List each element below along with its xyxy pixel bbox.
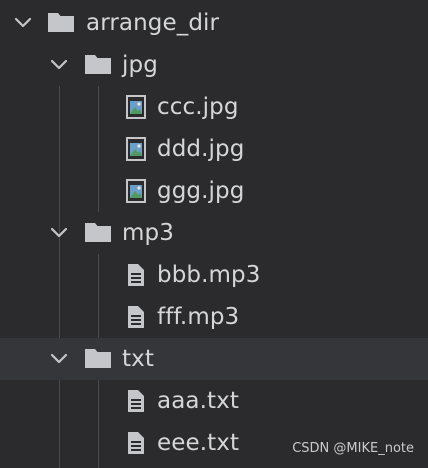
file-label: eee.txt: [157, 430, 240, 456]
file-label: aaa.txt: [157, 388, 239, 414]
document-file-icon: [128, 390, 144, 412]
file-label: ddd.jpg: [157, 136, 245, 162]
file-label: ggg.jpg: [157, 178, 245, 204]
chevron-down-icon[interactable]: [13, 13, 33, 33]
tree-row-folder-jpg[interactable]: jpg: [0, 44, 428, 86]
chevron-down-icon[interactable]: [49, 349, 69, 369]
folder-icon: [48, 13, 74, 32]
chevron-down-icon[interactable]: [49, 55, 69, 75]
image-file-icon: [126, 179, 146, 203]
watermark: CSDN @MIKE_note: [292, 441, 414, 456]
document-file-icon: [128, 264, 144, 286]
tree-row-root[interactable]: arrange_dir: [0, 2, 428, 44]
folder-label-txt: txt: [122, 346, 154, 372]
tree-row-file[interactable]: ccc.jpg: [0, 86, 428, 128]
document-file-icon: [128, 306, 144, 328]
tree-row-file[interactable]: bbb.mp3: [0, 254, 428, 296]
image-file-icon: [126, 137, 146, 161]
image-file-icon: [126, 95, 146, 119]
tree-row-file[interactable]: ggg.jpg: [0, 170, 428, 212]
tree-row-folder-mp3[interactable]: mp3: [0, 212, 428, 254]
tree-row-file[interactable]: fff.mp3: [0, 296, 428, 338]
file-tree: arrange_dir jpg ccc.jpg ddd.jpg ggg.jpg …: [0, 0, 428, 468]
file-label: fff.mp3: [157, 304, 240, 330]
folder-label-mp3: mp3: [122, 220, 174, 246]
file-label: bbb.mp3: [157, 262, 261, 288]
folder-label-root: arrange_dir: [86, 10, 220, 36]
folder-icon: [85, 55, 111, 74]
tree-row-file[interactable]: ddd.jpg: [0, 128, 428, 170]
tree-row-folder-txt[interactable]: txt: [0, 338, 428, 380]
document-file-icon: [128, 432, 144, 454]
folder-icon: [85, 223, 111, 242]
file-label: ccc.jpg: [157, 94, 239, 120]
folder-icon: [85, 349, 111, 368]
folder-label-jpg: jpg: [122, 52, 158, 78]
chevron-down-icon[interactable]: [49, 223, 69, 243]
tree-row-file[interactable]: aaa.txt: [0, 380, 428, 422]
